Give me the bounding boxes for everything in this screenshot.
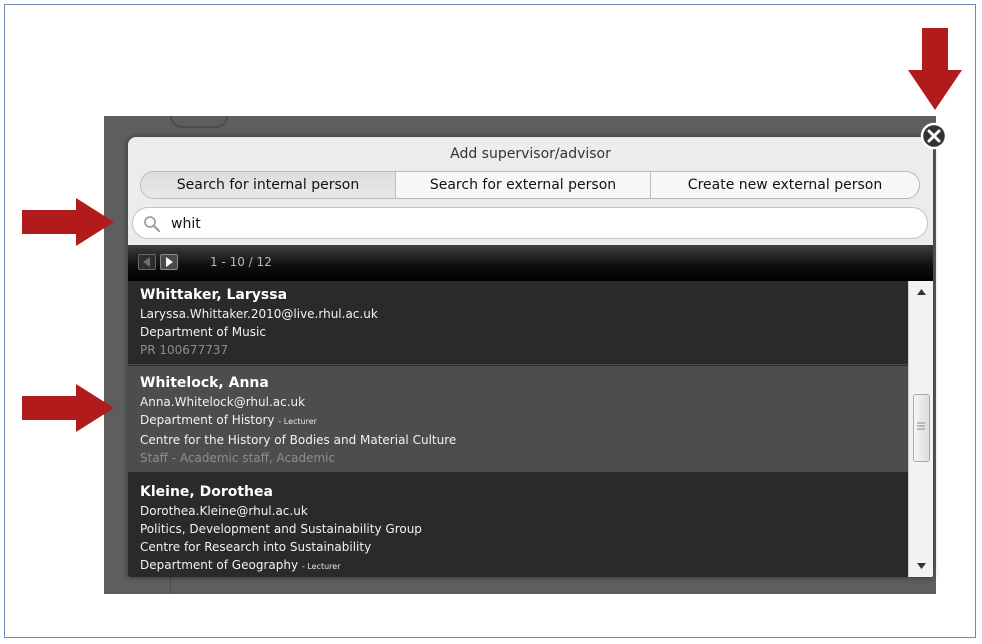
results-scrollbar[interactable]: [908, 281, 933, 577]
result-role: - Lecturer: [301, 562, 341, 571]
search-input[interactable]: [169, 212, 913, 236]
dialog-title: Add supervisor/advisor: [450, 146, 611, 162]
add-supervisor-dialog: Add supervisor/advisor Search for intern…: [128, 137, 933, 577]
result-department: Department of History: [140, 413, 275, 427]
result-centre: Centre for Research into Sustainability: [140, 540, 372, 554]
background-badge: [170, 116, 228, 128]
pager-bar: 1 - 10 / 12: [128, 245, 933, 281]
chevron-left-icon: [143, 257, 150, 267]
background-fragment: [170, 576, 371, 594]
search-mode-tabs: Search for internal person Search for ex…: [140, 171, 920, 199]
arrow-right-annotation-icon: [22, 384, 114, 432]
arrow-right-annotation-icon: [22, 198, 114, 246]
close-icon[interactable]: [920, 122, 948, 150]
result-name: Whittaker, Laryssa: [140, 287, 288, 303]
results-list: Whittaker, Laryssa Laryssa.Whittaker.201…: [128, 281, 908, 577]
arrow-down-annotation-icon: [908, 28, 962, 110]
scroll-down-icon[interactable]: [917, 563, 926, 569]
scroll-up-icon[interactable]: [917, 289, 926, 295]
result-department: Department of Geography: [140, 558, 299, 572]
search-box: [132, 207, 928, 239]
result-row-selected[interactable]: Whitelock, Anna Anna.Whitelock@rhul.ac.u…: [128, 366, 908, 472]
result-group: Politics, Development and Sustainability…: [140, 522, 422, 536]
result-email: Laryssa.Whittaker.2010@live.rhul.ac.uk: [140, 307, 378, 321]
page-count: 1 - 10 / 12: [210, 255, 272, 269]
result-role: - Lecturer: [278, 417, 317, 426]
result-row[interactable]: Whittaker, Laryssa Laryssa.Whittaker.201…: [128, 281, 908, 365]
result-email: Anna.Whitelock@rhul.ac.uk: [140, 395, 306, 409]
result-row[interactable]: Kleine, Dorothea Dorothea.Kleine@rhul.ac…: [128, 473, 908, 577]
prev-page-button[interactable]: [138, 254, 156, 270]
result-meta: Staff - Academic staff, Academic: [140, 451, 336, 465]
scrollbar-thumb[interactable]: [913, 394, 930, 462]
tab-search-external[interactable]: Search for external person: [396, 172, 651, 198]
tab-create-external[interactable]: Create new external person: [651, 172, 919, 198]
result-meta: PR 100677737: [140, 343, 229, 357]
grip-icon: [917, 422, 925, 430]
result-department: Department of Music: [140, 325, 266, 339]
search-icon: [144, 216, 161, 233]
chevron-right-icon: [166, 257, 173, 267]
result-name: Whitelock, Anna: [140, 375, 269, 391]
result-email: Dorothea.Kleine@rhul.ac.uk: [140, 504, 308, 518]
result-centre: Centre for the History of Bodies and Mat…: [140, 433, 457, 447]
result-name: Kleine, Dorothea: [140, 484, 273, 500]
tab-search-internal[interactable]: Search for internal person: [141, 172, 396, 198]
next-page-button[interactable]: [160, 254, 178, 270]
